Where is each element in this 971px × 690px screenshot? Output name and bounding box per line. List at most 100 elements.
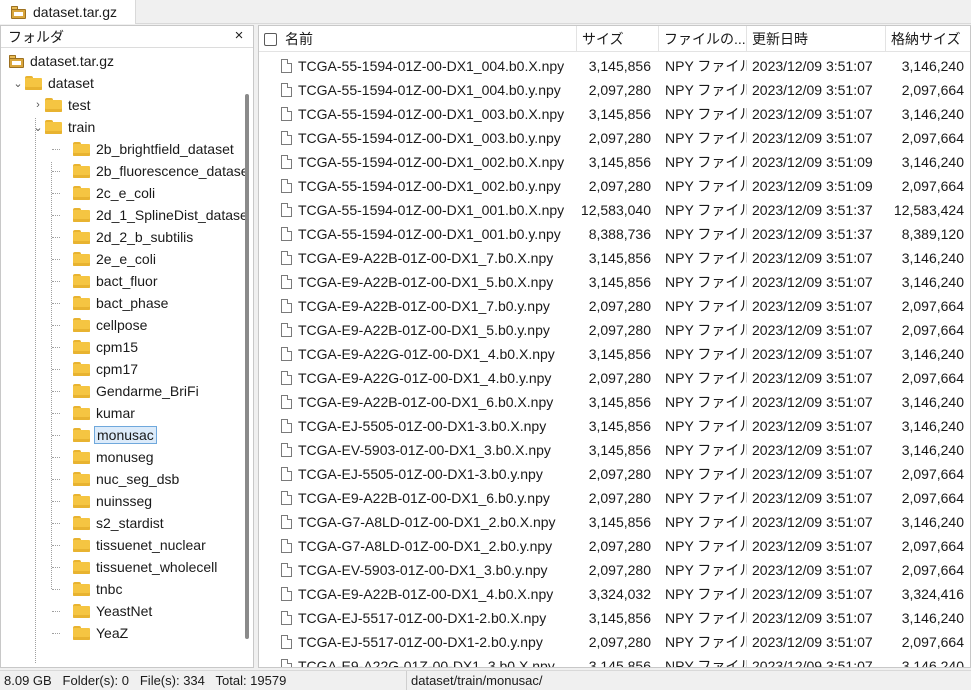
file-packed-size: 3,146,240 <box>886 438 964 462</box>
tree-item[interactable]: 2b_brightfield_dataset <box>59 138 234 160</box>
column-header[interactable]: 名前 <box>259 26 577 52</box>
file-packed-size: 2,097,664 <box>886 294 964 318</box>
file-row[interactable]: TCGA-EJ-5517-01Z-00-DX1-2.b0.y.npy 2,097,… <box>259 630 970 654</box>
file-packed-size: 2,097,664 <box>886 126 964 150</box>
file-row[interactable]: TCGA-G7-A8LD-01Z-00-DX1_2.b0.y.npy 2,097,… <box>259 534 970 558</box>
folder-panel-title: フォルダ <box>8 28 64 45</box>
file-row[interactable]: TCGA-E9-A22B-01Z-00-DX1_7.b0.X.npy 3,145,… <box>259 246 970 270</box>
file-modified: 2023/12/09 3:51:07 <box>752 510 886 534</box>
tree-item-label: bact_phase <box>96 295 169 311</box>
file-row[interactable]: TCGA-E9-A22G-01Z-00-DX1_3.b0.X.npy 3,145,… <box>259 654 970 667</box>
folder-icon <box>45 120 62 134</box>
file-size: 3,145,856 <box>577 270 651 294</box>
tree-item[interactable]: nuinsseg <box>59 490 152 512</box>
cell-text: 2,097,280 <box>588 130 651 146</box>
file-row[interactable]: TCGA-55-1594-01Z-00-DX1_003.b0.y.npy 2,09… <box>259 126 970 150</box>
file-row[interactable]: TCGA-55-1594-01Z-00-DX1_004.b0.X.npy 3,14… <box>259 54 970 78</box>
file-row[interactable]: TCGA-E9-A22B-01Z-00-DX1_6.b0.y.npy 2,097,… <box>259 486 970 510</box>
tree-item-label: nuc_seg_dsb <box>96 471 180 487</box>
tree-item[interactable]: s2_stardist <box>59 512 164 534</box>
cell-text: TCGA-E9-A22G-01Z-00-DX1_4.b0.X.npy <box>298 346 555 362</box>
file-row[interactable]: TCGA-E9-A22G-01Z-00-DX1_4.b0.X.npy 3,145,… <box>259 342 970 366</box>
tree-guide-branch <box>52 413 60 414</box>
column-header[interactable]: 格納サイズ <box>886 26 970 52</box>
tree-item[interactable]: dataset.tar.gz <box>9 50 114 72</box>
file-type: NPY ファイル <box>665 558 747 582</box>
file-row[interactable]: TCGA-E9-A22B-01Z-00-DX1_5.b0.X.npy 3,145,… <box>259 270 970 294</box>
tree-item[interactable]: cpm15 <box>59 336 138 358</box>
tree-guide-branch <box>52 347 60 348</box>
file-row[interactable]: TCGA-55-1594-01Z-00-DX1_001.b0.y.npy 8,38… <box>259 222 970 246</box>
tab-archive[interactable]: dataset.tar.gz <box>0 0 136 24</box>
file-row[interactable]: TCGA-E9-A22B-01Z-00-DX1_6.b0.X.npy 3,145,… <box>259 390 970 414</box>
cell-text: TCGA-EJ-5517-01Z-00-DX1-2.b0.X.npy <box>298 610 547 626</box>
file-type: NPY ファイル <box>665 222 747 246</box>
tree-item[interactable]: monuseg <box>59 446 154 468</box>
file-row[interactable]: TCGA-E9-A22B-01Z-00-DX1_7.b0.y.npy 2,097,… <box>259 294 970 318</box>
cell-text: 2,097,280 <box>588 634 651 650</box>
tree-item[interactable]: ⌄ dataset <box>11 72 94 94</box>
file-icon <box>281 227 292 241</box>
folder-icon <box>73 406 90 420</box>
file-row[interactable]: TCGA-55-1594-01Z-00-DX1_001.b0.X.npy 12,5… <box>259 198 970 222</box>
file-row[interactable]: TCGA-55-1594-01Z-00-DX1_003.b0.X.npy 3,14… <box>259 102 970 126</box>
tree-item[interactable]: nuc_seg_dsb <box>59 468 179 490</box>
tree-item[interactable]: cpm17 <box>59 358 138 380</box>
file-row[interactable]: TCGA-55-1594-01Z-00-DX1_004.b0.y.npy 2,09… <box>259 78 970 102</box>
cell-text: 2,097,664 <box>901 562 964 578</box>
close-icon[interactable]: × <box>231 27 247 45</box>
file-type: NPY ファイル <box>665 102 747 126</box>
file-type: NPY ファイル <box>665 246 747 270</box>
file-type: NPY ファイル <box>665 654 747 667</box>
column-header[interactable]: ファイルの... <box>659 26 747 52</box>
tree-item[interactable]: 2d_1_SplineDist_datase <box>59 204 248 226</box>
folder-icon <box>73 230 90 244</box>
tree-item[interactable]: › test <box>31 94 90 116</box>
file-row[interactable]: TCGA-E9-A22B-01Z-00-DX1_4.b0.X.npy 3,324,… <box>259 582 970 606</box>
tree-item[interactable]: tissuenet_wholecell <box>59 556 217 578</box>
tree-item[interactable]: tnbc <box>59 578 122 600</box>
file-row[interactable]: TCGA-G7-A8LD-01Z-00-DX1_2.b0.X.npy 3,145,… <box>259 510 970 534</box>
tree-item[interactable]: 2c_e_coli <box>59 182 155 204</box>
file-row[interactable]: TCGA-55-1594-01Z-00-DX1_002.b0.y.npy 2,09… <box>259 174 970 198</box>
file-name: TCGA-E9-A22B-01Z-00-DX1_5.b0.y.npy <box>281 318 577 342</box>
file-modified: 2023/12/09 3:51:07 <box>752 462 886 486</box>
tree-item[interactable]: 2e_e_coli <box>59 248 156 270</box>
tree-item[interactable]: YeaZ <box>59 622 128 644</box>
cell-text: 3,146,240 <box>901 346 964 362</box>
chevron-down-icon[interactable]: ⌄ <box>31 121 45 134</box>
cell-text: TCGA-EJ-5505-01Z-00-DX1-3.b0.y.npy <box>298 466 543 482</box>
select-all-checkbox[interactable] <box>264 32 277 46</box>
file-row[interactable]: TCGA-EV-5903-01Z-00-DX1_3.b0.y.npy 2,097,… <box>259 558 970 582</box>
tree-item[interactable]: ⌄ train <box>31 116 95 138</box>
tree-item[interactable]: Gendarme_BriFi <box>59 380 199 402</box>
column-header[interactable]: 更新日時 <box>747 26 886 52</box>
tree-item[interactable]: bact_fluor <box>59 270 157 292</box>
tree-item[interactable]: YeastNet <box>59 600 152 622</box>
cell-text: 2,097,280 <box>588 562 651 578</box>
tree-item-label: monusac <box>94 426 157 444</box>
tree-item[interactable]: bact_phase <box>59 292 168 314</box>
tree-item-label: 2b_brightfield_dataset <box>96 141 234 157</box>
file-row[interactable]: TCGA-EJ-5505-01Z-00-DX1-3.b0.X.npy 3,145,… <box>259 414 970 438</box>
column-header-label: ファイルの... <box>664 31 746 47</box>
tree-item[interactable]: cellpose <box>59 314 147 336</box>
tree-item[interactable]: kumar <box>59 402 135 424</box>
tree-item[interactable]: 2d_2_b_subtilis <box>59 226 193 248</box>
folder-tree-scrollbar[interactable] <box>245 94 249 639</box>
tree-item[interactable]: monusac <box>59 424 157 446</box>
file-packed-size: 3,146,240 <box>886 150 964 174</box>
tree-item[interactable]: tissuenet_nuclear <box>59 534 206 556</box>
chevron-right-icon[interactable]: › <box>31 99 45 111</box>
column-header[interactable]: サイズ <box>577 26 659 52</box>
chevron-down-icon[interactable]: ⌄ <box>11 77 25 90</box>
file-row[interactable]: TCGA-E9-A22B-01Z-00-DX1_5.b0.y.npy 2,097,… <box>259 318 970 342</box>
file-row[interactable]: TCGA-55-1594-01Z-00-DX1_002.b0.X.npy 3,14… <box>259 150 970 174</box>
file-row[interactable]: TCGA-EJ-5505-01Z-00-DX1-3.b0.y.npy 2,097,… <box>259 462 970 486</box>
folder-icon <box>73 252 90 266</box>
folder-icon <box>73 142 90 156</box>
file-row[interactable]: TCGA-EJ-5517-01Z-00-DX1-2.b0.X.npy 3,145,… <box>259 606 970 630</box>
tree-item[interactable]: 2b_fluorescence_datase <box>59 160 249 182</box>
file-row[interactable]: TCGA-E9-A22G-01Z-00-DX1_4.b0.y.npy 2,097,… <box>259 366 970 390</box>
file-row[interactable]: TCGA-EV-5903-01Z-00-DX1_3.b0.X.npy 3,145,… <box>259 438 970 462</box>
